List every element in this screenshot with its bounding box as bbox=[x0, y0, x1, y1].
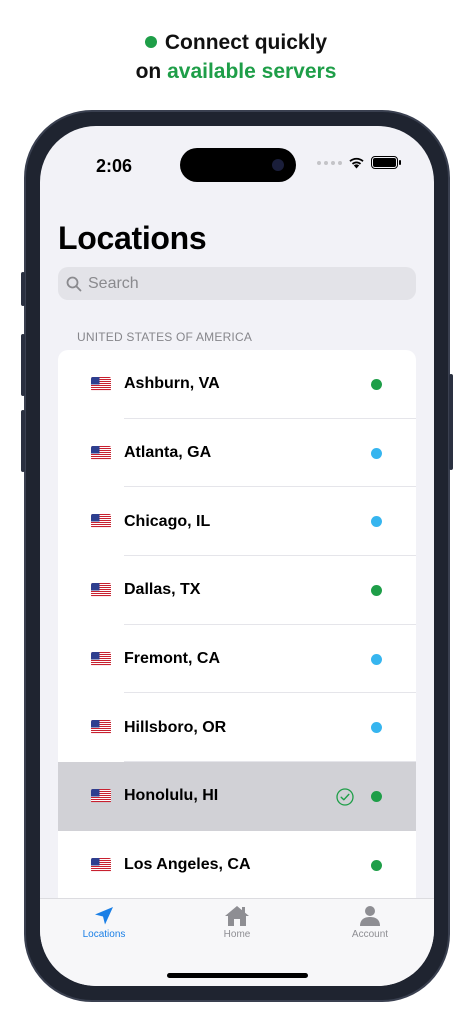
location-name: Los Angeles, CA bbox=[124, 856, 251, 874]
person-icon bbox=[360, 906, 380, 926]
marketing-headline: Connect quickly on available servers bbox=[0, 28, 472, 86]
location-name: Ashburn, VA bbox=[124, 375, 220, 393]
server-status-dot bbox=[371, 722, 382, 734]
location-row[interactable]: Los Angeles, CA bbox=[58, 831, 416, 900]
tab-bar: Locations Home Account bbox=[40, 898, 434, 986]
tab-home-label: Home bbox=[223, 929, 251, 940]
server-status-dot bbox=[371, 859, 382, 871]
location-row[interactable]: Atlanta, GA bbox=[58, 419, 416, 488]
section-header: UNITED STATES OF AMERICA bbox=[77, 330, 253, 344]
cellular-signal-icon bbox=[317, 160, 342, 165]
server-status-dot bbox=[371, 584, 382, 596]
home-indicator bbox=[167, 973, 308, 978]
tab-locations-label: Locations bbox=[82, 929, 126, 940]
tab-account[interactable]: Account bbox=[330, 905, 410, 940]
wifi-icon bbox=[349, 157, 364, 169]
location-name: Dallas, TX bbox=[124, 581, 201, 599]
status-indicators bbox=[317, 156, 401, 169]
us-flag-icon bbox=[91, 720, 111, 734]
tab-locations[interactable]: Locations bbox=[64, 905, 144, 940]
server-status-dot bbox=[371, 790, 382, 802]
server-status-dot bbox=[371, 653, 382, 665]
location-row[interactable]: Dallas, TX bbox=[58, 556, 416, 625]
location-row[interactable]: Hillsboro, OR bbox=[58, 693, 416, 763]
headline-prefix: on bbox=[135, 60, 162, 83]
tab-home[interactable]: Home bbox=[197, 905, 277, 940]
server-status-dot bbox=[371, 378, 382, 390]
location-name: Fremont, CA bbox=[124, 650, 220, 668]
headline-accent: available servers bbox=[167, 60, 337, 83]
location-row[interactable]: Chicago, IL bbox=[58, 487, 416, 557]
power-button bbox=[449, 374, 453, 470]
us-flag-icon bbox=[91, 789, 111, 803]
us-flag-icon bbox=[91, 377, 111, 391]
locations-list: Ashburn, VA Atlanta, GA Chicago, IL Dallas,… bbox=[58, 350, 416, 900]
server-status-dot bbox=[371, 447, 382, 459]
location-name: Atlanta, GA bbox=[124, 444, 212, 462]
location-row[interactable]: Fremont, CA bbox=[58, 625, 416, 694]
us-flag-icon bbox=[91, 445, 111, 460]
server-status-dot bbox=[371, 516, 382, 528]
green-dot-icon bbox=[144, 36, 157, 48]
house-icon bbox=[225, 906, 249, 926]
location-arrow-icon bbox=[95, 907, 113, 925]
tab-account-label: Account bbox=[351, 929, 389, 940]
us-flag-icon bbox=[91, 651, 111, 666]
search-bar[interactable] bbox=[58, 267, 416, 300]
phone-screen: 2:06 Locations UNITED STATES OF AMERICA … bbox=[40, 126, 434, 986]
location-name: Hillsboro, OR bbox=[124, 718, 227, 736]
us-flag-icon bbox=[91, 857, 111, 872]
location-name: Chicago, IL bbox=[124, 512, 211, 530]
status-time: 2:06 bbox=[96, 156, 133, 176]
volume-up-button bbox=[21, 334, 25, 396]
us-flag-icon bbox=[91, 514, 111, 528]
dynamic-island bbox=[180, 148, 296, 182]
search-input[interactable] bbox=[88, 274, 388, 293]
phone-frame: 2:06 Locations UNITED STATES OF AMERICA … bbox=[21, 110, 453, 1002]
battery-icon bbox=[371, 156, 401, 169]
checkmark-circle-icon bbox=[336, 788, 354, 806]
us-flag-icon bbox=[91, 583, 111, 597]
headline-line-1: Connect quickly bbox=[0, 28, 472, 57]
camera-icon bbox=[272, 159, 284, 171]
headline-text-1: Connect quickly bbox=[164, 31, 328, 54]
location-row[interactable]: Ashburn, VA bbox=[58, 350, 416, 419]
location-name: Honolulu, HI bbox=[124, 787, 219, 805]
volume-down-button bbox=[21, 410, 25, 472]
side-button bbox=[21, 272, 25, 306]
search-icon bbox=[66, 276, 82, 291]
page-title: Locations bbox=[58, 220, 207, 256]
location-row[interactable]: Honolulu, HI bbox=[58, 762, 416, 831]
headline-line-2: on available servers bbox=[0, 57, 472, 86]
